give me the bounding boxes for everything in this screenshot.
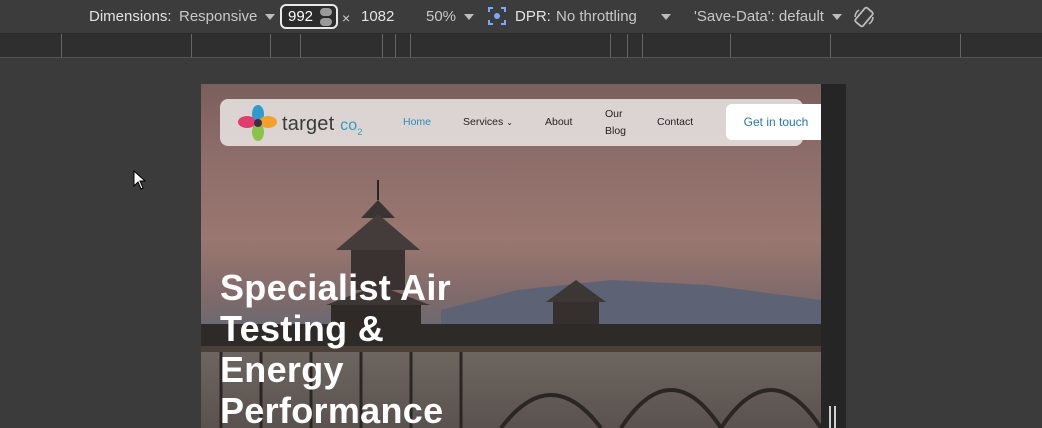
width-input[interactable]: 992 xyxy=(280,4,338,29)
logo-icon[interactable] xyxy=(238,104,278,142)
page-viewport[interactable]: target co2 Home Services ⌄ About Our Blo… xyxy=(201,84,821,428)
times-sign: × xyxy=(342,10,351,26)
dpr-icon[interactable] xyxy=(487,6,507,30)
viewport-resize-handle[interactable] xyxy=(821,84,846,428)
nav-home[interactable]: Home xyxy=(403,116,431,128)
brand-name[interactable]: target co2 xyxy=(282,113,363,137)
chevron-down-icon: ⌄ xyxy=(506,118,513,127)
height-input[interactable]: 1082 xyxy=(361,8,394,25)
zoom-select[interactable]: 50% xyxy=(426,8,475,25)
device-toolbar: Dimensions: Responsive 992 × 1082 50% DP… xyxy=(0,0,1042,34)
dimensions-label: Dimensions: xyxy=(89,8,172,25)
width-stepper[interactable] xyxy=(320,8,332,26)
device-select[interactable]: Responsive xyxy=(179,8,276,25)
hero-title: Specialist Air Testing & Energy Performa… xyxy=(220,267,451,428)
chevron-down-icon xyxy=(831,14,842,21)
nav-blog[interactable]: Blog xyxy=(605,125,626,137)
nav-contact[interactable]: Contact xyxy=(657,116,693,128)
throttling-select[interactable]: No throttling xyxy=(556,8,671,25)
chevron-down-icon xyxy=(464,14,475,21)
media-query-ruler[interactable] xyxy=(0,34,1042,58)
small-pavilion xyxy=(546,280,606,330)
nav-our[interactable]: Our xyxy=(605,108,623,120)
chevron-down-icon xyxy=(660,14,671,21)
dpr-label: DPR: xyxy=(515,8,551,25)
rotate-icon[interactable] xyxy=(852,5,876,33)
get-in-touch-button[interactable]: Get in touch xyxy=(726,104,821,140)
save-data-select[interactable]: 'Save-Data': default xyxy=(694,8,842,25)
nav-services[interactable]: Services ⌄ xyxy=(463,116,513,128)
cursor-icon xyxy=(133,169,147,190)
nav-about[interactable]: About xyxy=(545,116,572,128)
site-navbar: target co2 Home Services ⌄ About Our Blo… xyxy=(220,99,821,146)
chevron-down-icon xyxy=(265,14,276,21)
